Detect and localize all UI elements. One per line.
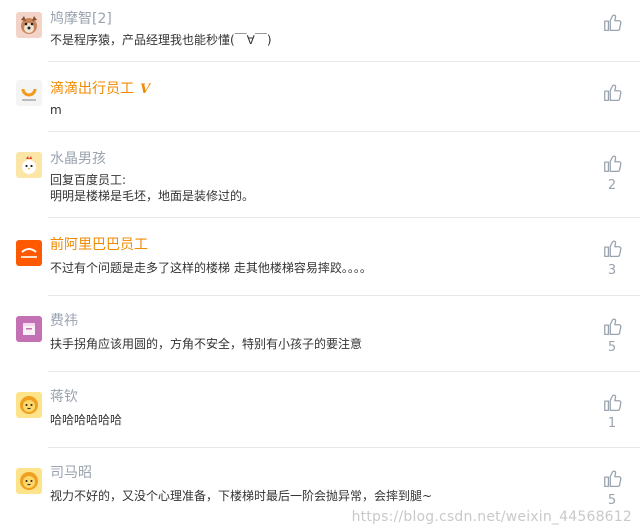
commenter-name[interactable]: 司马昭: [50, 464, 92, 482]
comment-text: 哈哈哈哈哈哈: [50, 413, 123, 427]
comment-text: 视力不好的，又没个心理准备，下楼梯时最后一阶会抛异常，会摔到腿~: [50, 489, 433, 503]
alibaba-logo-avatar[interactable]: [16, 240, 42, 266]
like-count: 3: [607, 263, 617, 278]
thumbs-up-icon[interactable]: [602, 392, 624, 414]
comment-item: 滴滴出行员工 V m: [0, 62, 640, 132]
commenter-name[interactable]: 费祎: [50, 312, 78, 330]
comment-text: 明明是楼梯是毛坯，地面是装修过的。: [50, 189, 255, 203]
commenter-name[interactable]: 水晶男孩: [50, 150, 106, 168]
commenter-name[interactable]: 蒋钦: [50, 388, 78, 406]
lion-avatar-icon[interactable]: [16, 392, 42, 418]
thumbs-up-icon[interactable]: [602, 238, 624, 260]
watermark: https://blog.csdn.net/weixin_44568612: [351, 509, 632, 525]
commenter-name[interactable]: 滴滴出行员工 V: [50, 80, 150, 99]
comment-item: 鸠摩智[2] 不是程序猿，产品经理我也能秒懂(￣∀￣): [0, 0, 640, 62]
thumbs-up-icon[interactable]: [602, 468, 624, 490]
dog-avatar-icon[interactable]: [16, 12, 42, 38]
like-count: 5: [607, 340, 617, 355]
comment-text: m: [50, 103, 62, 117]
like-count: 2: [607, 178, 617, 193]
thumbs-up-icon[interactable]: [602, 316, 624, 338]
box-avatar-icon[interactable]: [16, 316, 42, 342]
thumbs-up-icon[interactable]: [602, 153, 624, 175]
chicken-avatar-icon[interactable]: [16, 152, 42, 178]
comment-item: 水晶男孩 回复百度员工: 明明是楼梯是毛坯，地面是装修过的。 2: [0, 132, 640, 218]
commenter-name[interactable]: 鸠摩智[2]: [50, 10, 112, 28]
lion-avatar-icon[interactable]: [16, 468, 42, 494]
thumbs-up-icon[interactable]: [602, 82, 624, 104]
comment-text: 回复百度员工:: [50, 173, 127, 187]
comment-item: 前阿里巴巴员工 不过有个问题是走多了这样的楼梯 走其他楼梯容易摔跤。。。。 3: [0, 218, 640, 296]
comment-list: 鸠摩智[2] 不是程序猿，产品经理我也能秒懂(￣∀￣) 滴滴出行员工 V m 水…: [0, 0, 640, 531]
verified-badge-icon: V: [140, 82, 151, 97]
thumbs-up-icon[interactable]: [602, 12, 624, 34]
commenter-name-text[interactable]: 滴滴出行员工: [50, 81, 134, 97]
comment-item: 费祎 扶手拐角应该用圆的，方角不安全，特别有小孩子的要注意 5: [0, 296, 640, 372]
commenter-name[interactable]: 前阿里巴巴员工: [50, 236, 148, 254]
comment-text: 扶手拐角应该用圆的，方角不安全，特别有小孩子的要注意: [50, 337, 363, 351]
comment-text: 不过有个问题是走多了这样的楼梯 走其他楼梯容易摔跤。。。。: [50, 261, 372, 275]
like-count: 5: [607, 493, 617, 508]
like-count: 1: [607, 416, 617, 431]
didi-logo-avatar[interactable]: [16, 80, 42, 106]
comment-text: 不是程序猿，产品经理我也能秒懂(￣∀￣): [50, 33, 272, 47]
comment-item: 蒋钦 哈哈哈哈哈哈 1: [0, 372, 640, 448]
